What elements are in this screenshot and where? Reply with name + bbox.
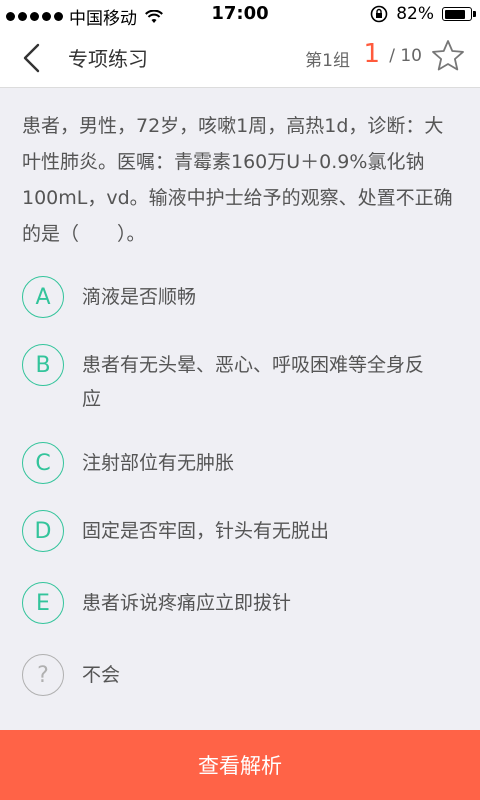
battery-percent: 82% [396,4,434,24]
group-label: 第1组 [305,51,350,71]
option-letter: A [22,276,64,318]
back-arrow-icon[interactable] [18,42,48,74]
view-analysis-button[interactable]: 查看解析 [0,730,480,800]
battery-icon [442,7,476,21]
option-letter: C [22,442,64,484]
option-e[interactable]: E 患者诉说疼痛应立即拔针 [22,582,442,624]
question-text: 患者，男性，72岁，咳嗽1周，高热1d，诊断：大叶性肺炎。医嘱：青霉素160万U… [22,115,453,245]
question-current-number: 1 [363,39,380,69]
option-text: 患者诉说疼痛应立即拔针 [82,592,292,614]
option-a[interactable]: A 滴液是否顺畅 [22,276,442,318]
option-letter: E [22,582,64,624]
question-mark-icon: ? [22,654,64,696]
battery-level [444,9,465,19]
option-text: 不会 [82,664,121,686]
star-icon[interactable] [430,38,466,74]
option-text: 注射部位有无肿胀 [82,452,235,474]
status-bar: 中国移动 17:00 82% [0,0,480,29]
option-letter: B [22,344,64,386]
option-text: 固定是否牢固，针头有无脱出 [82,520,330,542]
status-right: 82% [370,4,476,24]
page-title: 专项练习 [68,47,148,71]
option-b[interactable]: B 患者有无头晕、恶心、呼吸困难等全身反应 [22,344,442,416]
option-letter: D [22,510,64,552]
option-text: 滴液是否顺畅 [82,286,197,308]
option-c[interactable]: C 注射部位有无肿胀 [22,442,442,484]
option-d[interactable]: D 固定是否牢固，针头有无脱出 [22,510,442,552]
nav-bar: 专项练习 第1组 1 / 10 [0,28,480,88]
option-text: 患者有无头晕、恶心、呼吸困难等全身反应 [82,354,425,410]
question-total: / 10 [389,46,422,66]
option-unknown[interactable]: ? 不会 [22,654,442,696]
rotation-lock-icon [370,5,388,23]
